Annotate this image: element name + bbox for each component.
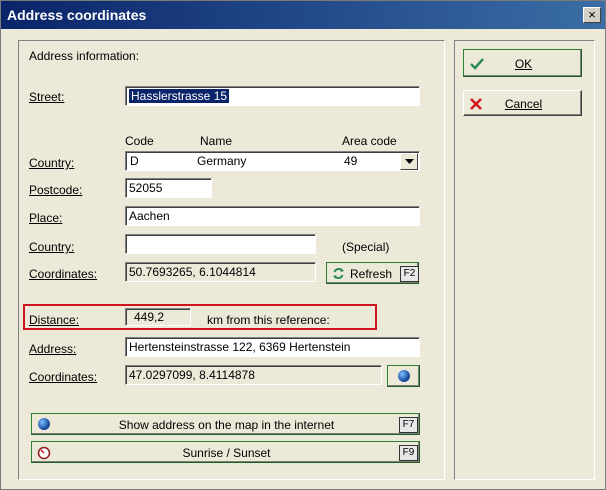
window-title: Address coordinates xyxy=(7,7,147,23)
show-map-button[interactable]: Show address on the map in the internet … xyxy=(31,413,420,435)
reference-coordinates-value: 47.0297099, 8.4114878 xyxy=(129,368,255,382)
globe-icon xyxy=(398,370,410,382)
ok-button[interactable]: OK xyxy=(463,49,582,77)
refresh-label: Refresh xyxy=(350,267,393,281)
refresh-icon xyxy=(333,268,344,279)
title-bar: Address coordinates × xyxy=(1,1,605,29)
address-coordinates-dialog: Address coordinates × Address informatio… xyxy=(0,0,606,490)
distance-field: 449,2 xyxy=(125,308,191,326)
place-label: Place: xyxy=(29,211,63,225)
section-label: Address information: xyxy=(29,49,140,63)
col-area-code-header: Area code xyxy=(342,134,397,148)
reference-coordinates-label: Coordinates: xyxy=(29,370,98,384)
refresh-key-badge: F2 xyxy=(400,266,419,282)
country-select[interactable]: D Germany 49 xyxy=(125,151,420,171)
country-label: Country: xyxy=(29,156,75,170)
coordinates-label: Coordinates: xyxy=(29,267,98,281)
cancel-label: Cancel xyxy=(504,97,543,111)
country-special-input[interactable] xyxy=(125,234,316,254)
col-name-header: Name xyxy=(200,134,233,148)
country-dropdown-button[interactable] xyxy=(400,153,418,170)
distance-suffix: km from this reference: xyxy=(207,313,330,327)
reference-address-value: Hertensteinstrasse 122, 6369 Hertenstein xyxy=(129,340,351,354)
street-input[interactable]: Hasslerstrasse 15 xyxy=(125,86,420,106)
street-label: Street: xyxy=(29,90,65,104)
reference-address-input[interactable]: Hertensteinstrasse 122, 6369 Hertenstein xyxy=(125,337,420,357)
country-code: D xyxy=(130,154,139,168)
postcode-value: 52055 xyxy=(129,181,163,195)
place-value: Aachen xyxy=(129,209,170,223)
col-code-header: Code xyxy=(125,134,154,148)
postcode-input[interactable]: 52055 xyxy=(125,178,212,198)
chevron-down-icon xyxy=(405,159,414,164)
place-input[interactable]: Aachen xyxy=(125,206,420,226)
close-button[interactable]: × xyxy=(583,7,601,23)
close-icon: × xyxy=(588,7,596,22)
special-label: (Special) xyxy=(342,240,390,254)
sunrise-sunset-key-badge: F9 xyxy=(399,445,418,461)
coordinates-value: 50.7693265, 6.1044814 xyxy=(129,265,256,279)
postcode-label: Postcode: xyxy=(29,183,83,197)
refresh-button[interactable]: Refresh F2 xyxy=(326,262,419,284)
country-special-label: Country: xyxy=(29,240,75,254)
coordinates-field: 50.7693265, 6.1044814 xyxy=(125,262,316,282)
distance-value: 449,2 xyxy=(134,310,165,324)
locate-reference-button[interactable] xyxy=(387,365,420,387)
show-map-label: Show address on the map in the internet xyxy=(118,418,335,432)
ok-label: OK xyxy=(514,57,533,71)
sunrise-sunset-label: Sunrise / Sunset xyxy=(182,446,271,460)
country-name: Germany xyxy=(197,154,247,168)
distance-label: Distance: xyxy=(29,313,80,327)
reference-address-label: Address: xyxy=(29,342,77,356)
reference-coordinates-field: 47.0297099, 8.4114878 xyxy=(125,365,382,385)
cancel-button[interactable]: Cancel xyxy=(463,90,582,116)
show-map-key-badge: F7 xyxy=(399,417,418,433)
street-value: Hasslerstrasse 15 xyxy=(129,89,230,103)
sunrise-sunset-button[interactable]: Sunrise / Sunset F9 xyxy=(31,441,420,463)
country-area-code: 49 xyxy=(344,154,358,168)
